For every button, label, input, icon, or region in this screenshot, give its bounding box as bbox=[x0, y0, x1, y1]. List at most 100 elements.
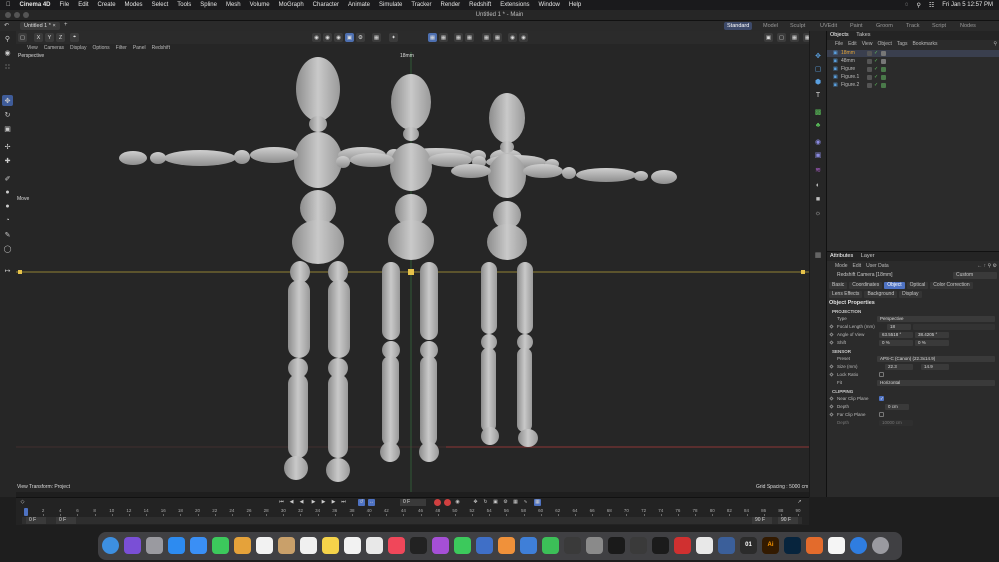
menu-select[interactable]: Select bbox=[152, 2, 169, 8]
view-single-icon[interactable]: ▢ bbox=[777, 33, 786, 42]
object-row[interactable]: ▣ 48mm ✓ bbox=[827, 58, 999, 65]
search-icon[interactable]: ⚲ bbox=[917, 2, 921, 9]
range-start-field-1[interactable]: 0 F bbox=[26, 517, 46, 524]
layout-icon[interactable]: ▣ bbox=[764, 33, 773, 42]
terminal-dock-icon[interactable] bbox=[608, 537, 625, 554]
visibility-dot-icon[interactable] bbox=[867, 59, 872, 64]
music-dock-icon[interactable] bbox=[388, 537, 405, 554]
shift-x-input[interactable]: 0 % bbox=[879, 340, 913, 346]
prop-tab-lens-effects[interactable]: Lens Effects bbox=[829, 291, 863, 298]
far-clip-keyframe-icon[interactable] bbox=[829, 412, 834, 417]
coord-system-icon[interactable]: ⌖ bbox=[70, 33, 79, 42]
layout-tab-paint[interactable]: Paint bbox=[847, 22, 866, 30]
facetime-dock-icon[interactable] bbox=[454, 537, 471, 554]
chrome-dock-icon[interactable] bbox=[366, 537, 383, 554]
finder-dock-icon[interactable] bbox=[102, 537, 119, 554]
far-clip-checkbox[interactable] bbox=[879, 412, 884, 417]
menu-redshift[interactable]: Redshift bbox=[469, 2, 491, 8]
objects-menu-object[interactable]: Object bbox=[877, 40, 891, 48]
quantize-icon[interactable]: ▦ bbox=[428, 33, 437, 42]
focal-length-input[interactable]: 18 bbox=[887, 324, 911, 330]
timeline-graph-icon[interactable]: ↗ bbox=[796, 499, 803, 506]
menu-mesh[interactable]: Mesh bbox=[226, 2, 241, 8]
key-rotation-icon[interactable]: ↻ bbox=[482, 499, 489, 506]
console-dock-icon[interactable] bbox=[630, 537, 647, 554]
timeline-ruler[interactable]: 0246810121416182022242628303234363840424… bbox=[22, 508, 802, 516]
fit-select[interactable]: Horizontal bbox=[877, 380, 995, 386]
camera-object-icon[interactable]: ■ bbox=[813, 194, 823, 204]
render-settings-icon[interactable]: ⚙ bbox=[356, 33, 365, 42]
keyframe-selection-icon[interactable]: ◉ bbox=[454, 499, 461, 506]
tab-attributes[interactable]: Attributes bbox=[827, 253, 856, 259]
objects-menu-view[interactable]: View bbox=[862, 40, 873, 48]
object-row[interactable]: ▣ Figure.1 ✓ bbox=[827, 74, 999, 81]
far-depth-input[interactable]: 10000 cm bbox=[879, 420, 913, 426]
next-key-button[interactable]: ▶ bbox=[330, 499, 337, 506]
prop-tab-background[interactable]: Background bbox=[864, 291, 898, 298]
size-height-input[interactable]: 14.9 bbox=[921, 364, 949, 370]
attributes-nav-icons[interactable]: ← ↑ ⚲ ⚙ bbox=[977, 262, 999, 270]
objects-menu-bookmarks[interactable]: Bookmarks bbox=[912, 40, 937, 48]
object-row[interactable]: ▣ 18mm ✓ bbox=[827, 50, 999, 57]
close-tab-icon[interactable]: × bbox=[52, 23, 55, 29]
enabled-check-icon[interactable]: ✓ bbox=[874, 51, 879, 56]
menu-app-name[interactable]: Cinema 4D bbox=[20, 2, 51, 8]
selection-mode-icon[interactable]: ◉ bbox=[2, 47, 13, 58]
shift-keyframe-icon[interactable] bbox=[829, 340, 834, 345]
menu-simulate[interactable]: Simulate bbox=[379, 2, 402, 8]
undo-icon[interactable]: ↶ bbox=[4, 22, 9, 29]
activity-monitor-dock-icon[interactable] bbox=[564, 537, 581, 554]
viewport-scene[interactable] bbox=[16, 52, 809, 492]
calendar-dock-icon[interactable] bbox=[256, 537, 273, 554]
tab-takes[interactable]: Takes bbox=[853, 32, 873, 38]
menu-render[interactable]: Render bbox=[440, 2, 460, 8]
ipr-icon[interactable]: ◉ bbox=[334, 33, 343, 42]
contacts-dock-icon[interactable] bbox=[278, 537, 295, 554]
go-to-end-button[interactable]: ⏭ bbox=[340, 499, 347, 506]
toggle-panel-icon[interactable]: ▢ bbox=[18, 33, 27, 42]
autokey-button[interactable] bbox=[444, 499, 451, 506]
apple-icon[interactable]:  bbox=[6, 2, 11, 8]
document-tab[interactable]: Untitled 1 * × bbox=[20, 22, 60, 30]
points-mode-icon[interactable]: ∷ bbox=[2, 61, 13, 72]
color-app-dock-icon[interactable] bbox=[806, 537, 823, 554]
mail-dock-icon[interactable] bbox=[190, 537, 207, 554]
layout-tab-sculpt[interactable]: Sculpt bbox=[787, 22, 808, 30]
size-width-input[interactable]: 22.3 bbox=[885, 364, 913, 370]
transform-tool-icon[interactable]: ✢ bbox=[2, 141, 13, 152]
menu-edit[interactable]: Edit bbox=[78, 2, 88, 8]
menu-tools[interactable]: Tools bbox=[177, 2, 191, 8]
layout-tab-standard[interactable]: Standard bbox=[724, 22, 753, 30]
visibility-dot-icon[interactable] bbox=[867, 83, 872, 88]
objects-search-icon[interactable]: ⚲ bbox=[993, 40, 999, 48]
deformer-icon[interactable]: ▦ bbox=[493, 33, 502, 42]
selection-filter-icon[interactable]: ▦ bbox=[372, 33, 381, 42]
field-icon[interactable]: ▣ bbox=[813, 150, 823, 160]
quicktime-dock-icon[interactable] bbox=[476, 537, 493, 554]
solo-icon[interactable]: ◉ bbox=[519, 33, 528, 42]
trash-dock-icon[interactable] bbox=[872, 537, 889, 554]
cloner-icon[interactable]: ♣ bbox=[813, 120, 823, 130]
aov-vertical-input[interactable]: 38.4205 ° bbox=[915, 332, 949, 338]
freeform-dock-icon[interactable] bbox=[344, 537, 361, 554]
enabled-check-icon[interactable]: ✓ bbox=[874, 75, 879, 80]
menu-character[interactable]: Character bbox=[313, 2, 339, 8]
paint-tool-icon[interactable]: ● bbox=[2, 201, 13, 212]
current-frame-field[interactable]: 0 F bbox=[400, 499, 426, 506]
layout-tab-track[interactable]: Track bbox=[903, 22, 923, 30]
loop-button[interactable]: ↺ bbox=[358, 499, 365, 506]
viewport-perspective-label[interactable]: Perspective bbox=[18, 53, 44, 59]
prop-tab-display[interactable]: Display bbox=[899, 291, 922, 298]
aov-horizontal-input[interactable]: 63.5518 ° bbox=[879, 332, 913, 338]
axis-x-button[interactable]: X bbox=[34, 33, 43, 42]
move-tool-icon[interactable]: ✥ bbox=[2, 95, 13, 106]
near-clip-keyframe-icon[interactable] bbox=[829, 396, 834, 401]
spline-object-icon[interactable]: ▢ bbox=[813, 64, 823, 74]
object-tag-icon[interactable] bbox=[881, 67, 886, 72]
prop-tab-coordinates[interactable]: Coordinates bbox=[849, 282, 883, 289]
illustrator-dock-icon[interactable]: Ai bbox=[762, 537, 779, 554]
object-row[interactable]: ▣ Figure.2 ✓ bbox=[827, 82, 999, 89]
layout-tab-nodes[interactable]: Nodes bbox=[957, 22, 979, 30]
c4d-alt-dock-icon[interactable]: 01 bbox=[740, 537, 757, 554]
viewport-menu-view[interactable]: View bbox=[27, 44, 38, 52]
